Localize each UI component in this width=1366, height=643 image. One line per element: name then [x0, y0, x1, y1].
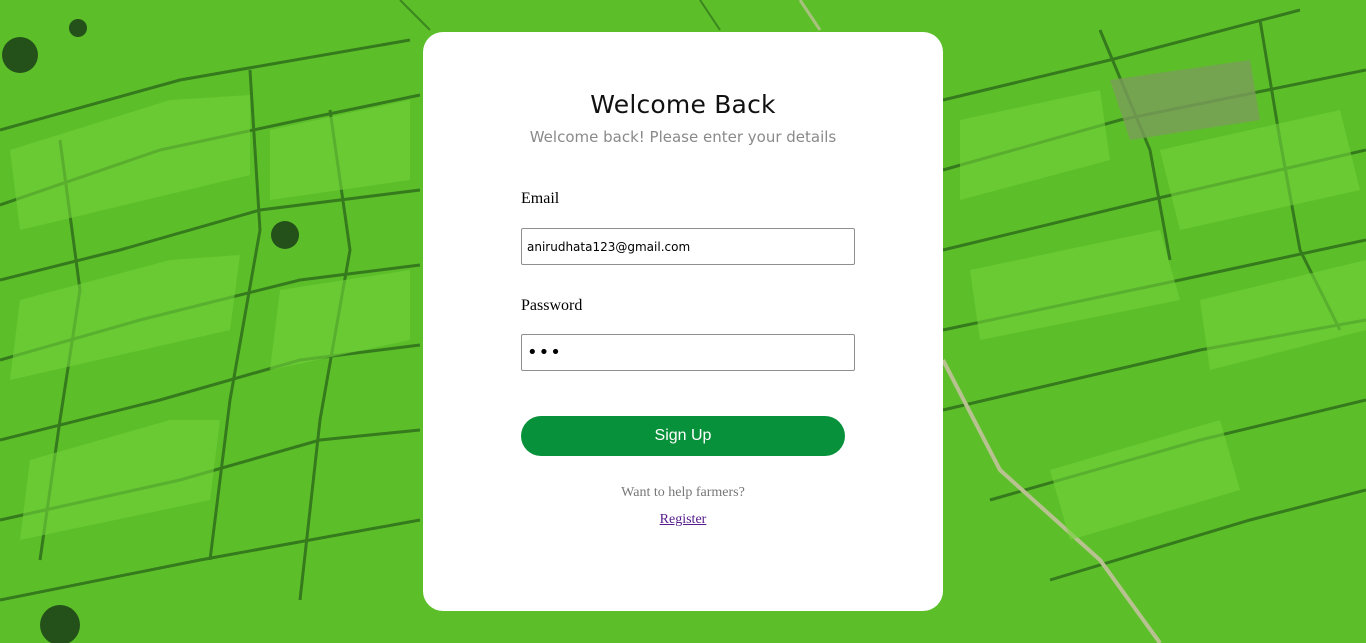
sign-up-button[interactable]: Sign Up	[521, 416, 845, 456]
email-label: Email	[521, 190, 560, 207]
email-field[interactable]	[521, 228, 855, 265]
password-field[interactable]	[521, 334, 855, 371]
password-label: Password	[521, 297, 583, 314]
page-title: Welcome Back	[590, 90, 776, 119]
register-container: Register	[423, 512, 943, 528]
register-link[interactable]: Register	[660, 512, 707, 527]
login-card: Welcome Back Welcome back! Please enter …	[423, 32, 943, 611]
page-subtitle: Welcome back! Please enter your details	[529, 128, 837, 146]
help-farmers-text: Want to help farmers?	[621, 485, 745, 500]
